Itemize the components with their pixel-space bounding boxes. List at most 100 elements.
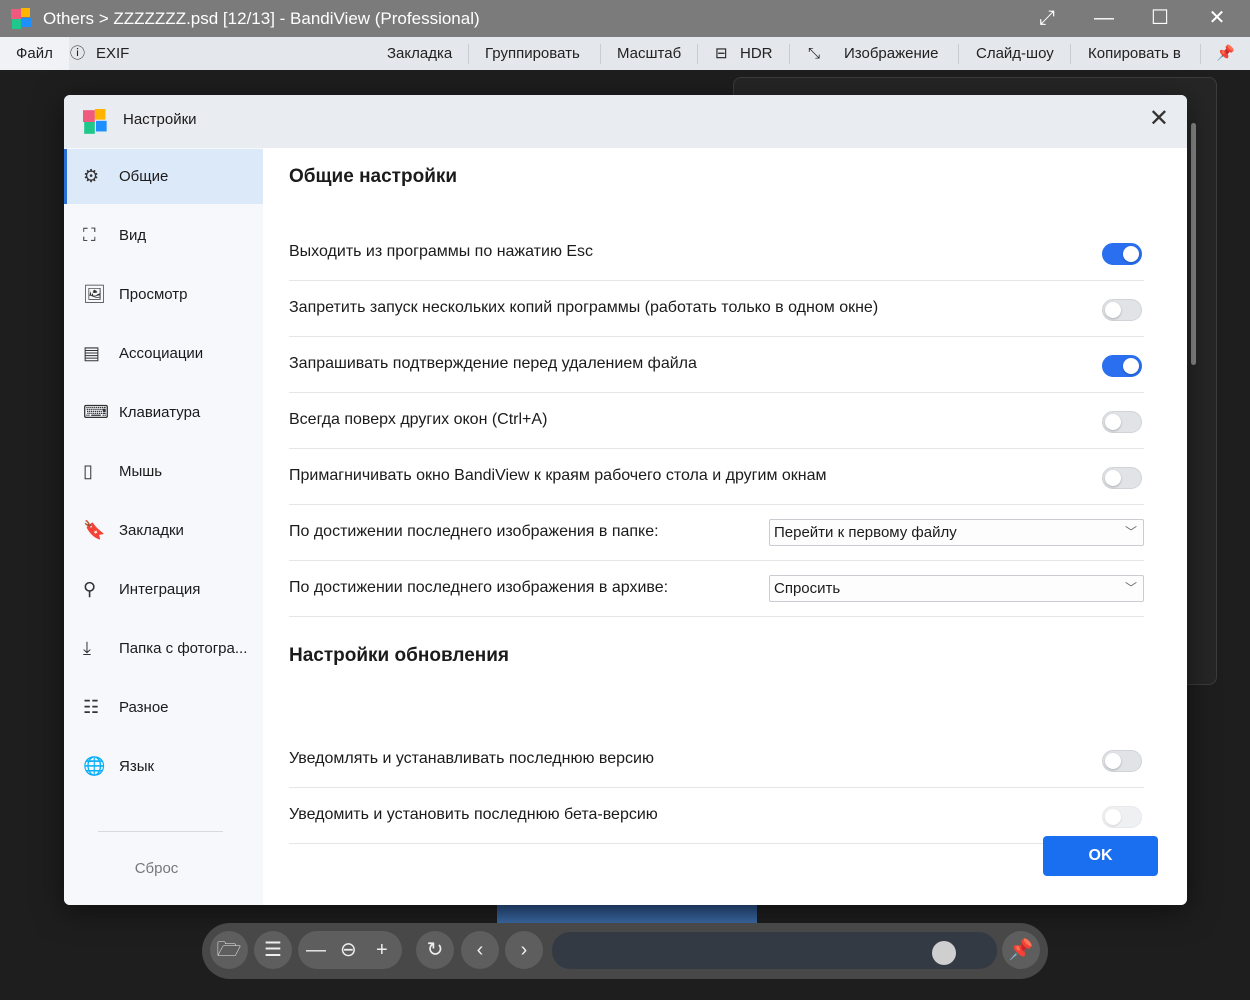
open-folder-button[interactable]: 🗁 [210, 931, 248, 969]
setting-label: Всегда поверх других окон (Ctrl+A) [289, 411, 548, 428]
divider [98, 831, 223, 832]
menu-hdr[interactable]: HDR [740, 37, 773, 70]
sidebar-item-label: Папка с фотогра... [119, 640, 248, 657]
scrollbar[interactable] [1191, 123, 1196, 365]
zoom-fit-icon[interactable]: ⊖ [340, 931, 357, 969]
setting-row: Запрашивать подтверждение перед удаление… [289, 337, 1144, 393]
zoom-controls: — ⊖ + [298, 931, 402, 969]
title-bar: Others > ZZZZZZZ.psd [12/13] - BandiView… [0, 0, 1250, 37]
menu-copy-to[interactable]: Копировать в [1088, 37, 1181, 70]
app-logo-icon [11, 8, 31, 29]
globe-icon: 🌐 [83, 756, 106, 776]
sidebar-item-label: Просмотр [119, 286, 188, 303]
frame-icon: ⛶ [83, 225, 96, 245]
dialog-close-button[interactable]: ✕ [1149, 107, 1169, 131]
sidebar-item-label: Ассоциации [119, 345, 204, 362]
list-button[interactable]: ☰ [254, 931, 292, 969]
setting-label: Запрашивать подтверждение перед удаление… [289, 355, 697, 372]
dropdown-value: Спросить [774, 580, 841, 597]
sidebar-item[interactable]: ▤ Ассоциации [64, 326, 263, 381]
toggle-switch[interactable] [1102, 299, 1142, 321]
sidebar-item[interactable]: 🌐 Язык [64, 739, 263, 794]
divider [468, 44, 469, 64]
divider [1070, 44, 1071, 64]
menu-exif[interactable]: EXIF [96, 37, 129, 70]
next-button[interactable]: › [505, 931, 543, 969]
divider [958, 44, 959, 64]
bookmark-icon: 🔖 [83, 520, 106, 540]
setting-label: Выходить из программы по нажатию Esc [289, 243, 594, 260]
page-slider[interactable] [552, 932, 997, 969]
sidebar-item-label: Клавиатура [119, 404, 201, 421]
zoom-out-button[interactable]: — [306, 931, 326, 969]
setting-label: По достижении последнего изображения в а… [289, 579, 669, 596]
dropdown-select[interactable]: Спросить ﹀ [769, 575, 1144, 602]
mouse-icon: ▯ [83, 461, 93, 481]
rotate-button[interactable]: ↻ [416, 931, 454, 969]
pin-icon[interactable]: 📌 [1216, 37, 1235, 70]
divider [600, 44, 601, 64]
menu-image[interactable]: Изображение [844, 37, 939, 70]
divider [789, 44, 790, 64]
close-button[interactable]: ✕ [1202, 4, 1232, 32]
setting-row: Уведомлять и устанавливать последнюю вер… [289, 732, 1144, 788]
setting-row: Примагничивать окно BandiView к краям ра… [289, 449, 1144, 505]
chevron-down-icon: ﹀ [1124, 581, 1137, 595]
sidebar-item[interactable]: ⛶ Вид [64, 208, 263, 263]
settings-dialog: Настройки ✕ Сброс ⚙ Общие ⛶ Вид 🖼 Просмотр ▤ Ас… [64, 95, 1187, 905]
toggle-switch[interactable] [1102, 411, 1142, 433]
exif-icon[interactable]: ⓘ [70, 37, 85, 70]
sidebar-item[interactable]: 🖼 Просмотр [64, 267, 263, 322]
sidebar-item[interactable]: ⌨ Клавиатура [64, 385, 263, 440]
section-heading: Общие настройки [289, 166, 458, 187]
toggle-switch[interactable] [1102, 750, 1142, 772]
toggle-switch[interactable] [1102, 806, 1142, 828]
setting-row: По достижении последнего изображения в п… [289, 505, 1144, 561]
fullscreen-button[interactable]: ⤢ [1032, 4, 1062, 32]
previous-button[interactable]: ‹ [461, 931, 499, 969]
setting-row: По достижении последнего изображения в а… [289, 561, 1144, 617]
setting-row: Выходить из программы по нажатию Esc [289, 225, 1144, 281]
sidebar-item[interactable]: ⚙ Общие [64, 149, 263, 204]
sidebar-item-label: Разное [119, 699, 169, 716]
menu-slideshow[interactable]: Слайд-шоу [976, 37, 1054, 70]
image-size-icon[interactable]: ⤡ [808, 37, 820, 70]
sidebar-item[interactable]: 🔖 Закладки [64, 503, 263, 558]
menu-zoom[interactable]: Масштаб [617, 37, 681, 70]
dropdown-select[interactable]: Перейти к первому файлу ﹀ [769, 519, 1144, 546]
maximize-button[interactable]: ☐ [1145, 4, 1175, 32]
section-heading: Настройки обновления [289, 645, 510, 666]
keyboard-icon: ⌨ [83, 402, 109, 422]
menu-file[interactable]: Файл [0, 37, 69, 70]
toggle-switch[interactable] [1102, 355, 1142, 377]
setting-row: Всегда поверх других окон (Ctrl+A) [289, 393, 1144, 449]
dialog-header: Настройки ✕ [64, 95, 1187, 148]
sidebar-item[interactable]: ▯ Мышь [64, 444, 263, 499]
sidebar-item-label: Интеграция [119, 581, 201, 598]
chevron-down-icon: ﹀ [1124, 525, 1137, 539]
menu-bookmark[interactable]: Закладка [387, 37, 452, 70]
ok-button[interactable]: OK [1043, 836, 1158, 876]
settings-sidebar: Сброс ⚙ Общие ⛶ Вид 🖼 Просмотр ▤ Ассоциации ⌨ Кла… [64, 148, 263, 905]
sidebar-item[interactable]: ⚲ Интеграция [64, 562, 263, 617]
setting-label: Уведомлять и устанавливать последнюю вер… [289, 750, 654, 767]
sidebar-item[interactable]: ☷ Разное [64, 680, 263, 735]
slider-thumb[interactable] [931, 941, 956, 965]
sliders-icon: ☷ [83, 697, 100, 717]
toggle-switch[interactable] [1102, 467, 1142, 489]
dialog-title: Настройки [123, 111, 197, 128]
setting-label: Уведомить и установить последнюю бета-ве… [289, 806, 658, 823]
sidebar-item-label: Закладки [119, 522, 184, 539]
menu-group[interactable]: Группировать [485, 37, 580, 70]
pin-toolbar-button[interactable]: 📌 [1002, 931, 1040, 969]
document-icon: ▤ [83, 343, 101, 363]
zoom-in-button[interactable]: + [376, 931, 388, 969]
app-logo-icon [83, 109, 107, 134]
hdr-icon[interactable]: ⊟ [715, 37, 728, 70]
setting-row: Уведомить и установить последнюю бета-ве… [289, 788, 1144, 844]
window-title: Others > ZZZZZZZ.psd [12/13] - BandiView… [43, 9, 480, 28]
minimize-button[interactable]: — [1089, 4, 1119, 32]
toggle-switch[interactable] [1102, 243, 1142, 265]
reset-button[interactable]: Сброс [64, 860, 249, 877]
sidebar-item[interactable]: ⤓ Папка с фотогра... [64, 621, 263, 676]
